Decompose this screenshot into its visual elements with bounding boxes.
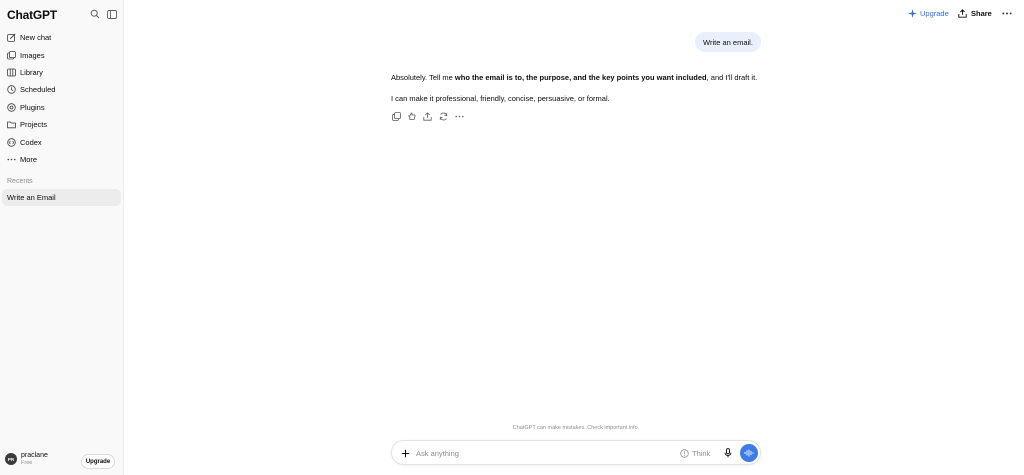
images-icon bbox=[7, 50, 16, 60]
sidebar-item-label: Projects bbox=[20, 120, 48, 130]
assistant-message-paragraph: I can make it professional, friendly, co… bbox=[391, 94, 610, 103]
folder-icon bbox=[7, 120, 16, 129]
share-label: Share bbox=[971, 8, 992, 18]
clock-icon bbox=[7, 85, 16, 95]
message-actions bbox=[391, 111, 470, 121]
sidebar-item-more[interactable]: More bbox=[0, 151, 124, 168]
assistant-text: , and I'll draft it. bbox=[706, 73, 758, 82]
user-plan: Free bbox=[21, 460, 33, 466]
user-profile[interactable]: PR praclane Free bbox=[5, 452, 48, 467]
more-dots-icon bbox=[7, 155, 16, 164]
sidebar-item-plugins[interactable]: Plugins bbox=[0, 99, 124, 116]
sidebar: ChatGPT New chat Images Library Schedule… bbox=[0, 0, 124, 475]
share-icon bbox=[958, 8, 967, 18]
sidebar-item-library[interactable]: Library bbox=[0, 64, 124, 81]
microphone-icon[interactable] bbox=[722, 447, 734, 459]
sidebar-upgrade-button[interactable]: Upgrade bbox=[81, 454, 115, 469]
sidebar-item-codex[interactable]: Codex bbox=[0, 133, 124, 150]
composer: Think bbox=[391, 440, 761, 465]
search-icon[interactable] bbox=[88, 7, 102, 21]
think-button[interactable]: Think bbox=[680, 447, 710, 459]
feedback-thumbs-icon[interactable] bbox=[407, 111, 417, 121]
assistant-text: Absolutely. Tell me bbox=[391, 73, 455, 82]
sidebar-item-new-chat[interactable]: New chat bbox=[0, 29, 124, 46]
more-options-icon[interactable] bbox=[1000, 7, 1014, 19]
disclaimer-text: ChatGPT can make mistakes. Check importa… bbox=[512, 425, 640, 431]
library-icon bbox=[7, 68, 16, 77]
user-name: praclane bbox=[21, 452, 48, 459]
ask-input[interactable] bbox=[416, 446, 666, 460]
sidebar-item-label: Scheduled bbox=[20, 85, 56, 95]
share-button[interactable]: Share bbox=[958, 7, 992, 19]
lightbulb-icon bbox=[680, 448, 689, 458]
sidebar-item-label: Plugins bbox=[20, 102, 45, 112]
sparkle-icon bbox=[908, 8, 917, 18]
assistant-message-paragraph: Absolutely. Tell me who the email is to,… bbox=[391, 73, 757, 82]
regenerate-icon[interactable] bbox=[438, 111, 448, 121]
user-message-bubble: Write an email. bbox=[695, 32, 761, 52]
plugins-icon bbox=[7, 103, 16, 112]
sidebar-item-label: Library bbox=[20, 67, 43, 77]
sidebar-item-label: New chat bbox=[20, 33, 52, 43]
recents-heading: Recents bbox=[7, 178, 33, 185]
brand-title: ChatGPT bbox=[7, 8, 57, 22]
sidebar-item-images[interactable]: Images bbox=[0, 46, 124, 63]
edit-icon bbox=[7, 33, 16, 42]
waveform-icon bbox=[744, 449, 754, 457]
sidebar-nav: New chat Images Library Scheduled Plugin… bbox=[0, 29, 124, 168]
avatar: PR bbox=[5, 453, 17, 466]
header-upgrade-label: Upgrade bbox=[920, 8, 949, 18]
sidebar-item-label: Codex bbox=[20, 137, 42, 147]
think-label: Think bbox=[692, 448, 711, 458]
assistant-bold-text: who the email is to, the purpose, and th… bbox=[454, 73, 707, 82]
more-actions-icon[interactable] bbox=[454, 111, 464, 121]
sidebar-item-label: More bbox=[20, 154, 38, 164]
header-upgrade-button[interactable]: Upgrade bbox=[908, 7, 949, 19]
codex-icon bbox=[7, 137, 16, 147]
share-message-icon[interactable] bbox=[423, 111, 433, 121]
plus-icon[interactable] bbox=[399, 447, 411, 459]
sidebar-toggle-icon[interactable] bbox=[105, 7, 119, 21]
sidebar-item-scheduled[interactable]: Scheduled bbox=[0, 81, 124, 98]
copy-icon[interactable] bbox=[391, 111, 401, 121]
voice-mode-button[interactable] bbox=[740, 444, 758, 462]
sidebar-item-label: Images bbox=[20, 50, 45, 60]
sidebar-item-projects[interactable]: Projects bbox=[0, 116, 124, 133]
recent-chat-item[interactable]: Write an Email bbox=[2, 189, 121, 206]
